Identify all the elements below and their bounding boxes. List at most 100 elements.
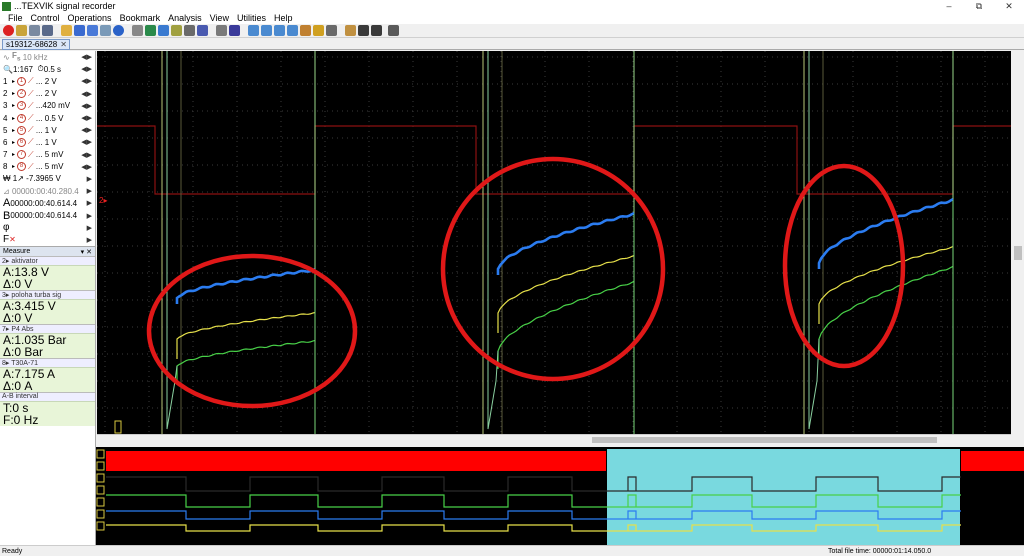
cursor-b-row[interactable]: B 00000:00:40.614.4 ▶ [0, 209, 95, 222]
menu-bookmark[interactable]: Bookmark [120, 13, 161, 23]
channel-row-6[interactable]: 6 ▸ 6 ⟋ ... 1 V ◀▶ [0, 136, 95, 148]
measure-icon[interactable] [145, 25, 156, 36]
arrow-right-icon[interactable]: ▶ [87, 224, 92, 232]
display-icon[interactable] [388, 25, 399, 36]
menu-bar: File Control Operations Bookmark Analysi… [0, 12, 1024, 24]
channel-arrow-icon: ▸ [12, 78, 16, 85]
tab-close-icon[interactable]: ✕ [60, 40, 67, 49]
scope-view[interactable]: 2▸ [97, 51, 1011, 434]
menu-control[interactable]: Control [31, 13, 60, 23]
menu-view[interactable]: View [210, 13, 229, 23]
channel-enable-icon[interactable]: 1 [17, 76, 27, 86]
print-icon[interactable] [29, 25, 40, 36]
cursor-time-row[interactable]: ⊿ 00000:00:40.280.4 ▶ [0, 185, 95, 197]
measure-delta-value: F:0 Hz [3, 413, 39, 427]
open-icon[interactable] [16, 25, 27, 36]
sample-rate-row[interactable]: ∿ Fs 10 kHz ◀▶ [0, 51, 95, 63]
channel-row-8[interactable]: 8 ▸ 8 ⟋ ... 5 mV ◀▶ [0, 161, 95, 173]
trigger-row[interactable]: ₩ 1↗ -7.3965 V ▶ [0, 173, 95, 185]
arrows-icon[interactable]: ◀▶ [81, 53, 92, 61]
menu-operations[interactable]: Operations [68, 13, 112, 23]
step-icon[interactable] [287, 25, 298, 36]
menu-help[interactable]: Help [274, 13, 293, 23]
layout-icon[interactable] [326, 25, 337, 36]
grid-icon[interactable] [345, 25, 356, 36]
bookmark-icon[interactable] [300, 25, 311, 36]
tool-icon[interactable] [42, 25, 53, 36]
highlight-icon[interactable] [313, 25, 324, 36]
channel-row-7[interactable]: 7 ▸ 7 ⟋ ... 5 mV ◀▶ [0, 149, 95, 161]
pin-icon[interactable]: ▾ ✕ [81, 248, 92, 256]
settings-icon[interactable] [216, 25, 227, 36]
save-as-icon[interactable] [87, 25, 98, 36]
info-icon[interactable] [113, 25, 124, 36]
filter-icon[interactable] [274, 25, 285, 36]
stop-icon[interactable] [371, 25, 382, 36]
filter-row[interactable]: F ✕ ▶ [0, 234, 95, 246]
cursor-a-row[interactable]: A 00000:00:40.614.4 ▶ [0, 197, 95, 209]
horizontal-scroll-thumb[interactable] [592, 437, 937, 443]
export-icon[interactable] [100, 25, 111, 36]
arrows-icon[interactable]: ◀▶ [81, 138, 92, 146]
arrows-icon[interactable]: ◀▶ [81, 77, 92, 85]
close-button[interactable]: ✕ [994, 1, 1024, 12]
arrows-icon[interactable]: ◀▶ [81, 90, 92, 98]
channel-enable-icon[interactable]: 7 [17, 150, 27, 160]
channel-enable-icon[interactable]: 8 [17, 162, 27, 172]
zoom-row[interactable]: 🔍 1:167 ⏱ 0.5 s ◀▶ [0, 63, 95, 75]
scope-canvas[interactable]: 2▸ [97, 51, 1011, 434]
channel-enable-icon[interactable]: 2 [17, 89, 27, 99]
status-ready: Ready [2, 547, 23, 555]
phase-row[interactable]: φ ▶ [0, 222, 95, 234]
channel-enable-icon[interactable]: 3 [17, 101, 27, 111]
maximize-button[interactable]: ⧉ [964, 1, 994, 12]
channel-row-4[interactable]: 4 ▸ 4 ⟋ ... 0.5 V ◀▶ [0, 112, 95, 124]
channel-enable-icon[interactable]: 6 [17, 137, 27, 147]
arrows-icon[interactable]: ◀▶ [81, 114, 92, 122]
undo-icon[interactable] [197, 25, 208, 36]
arrow-right-icon[interactable]: ▶ [87, 236, 92, 244]
vertical-scroll-thumb[interactable] [1014, 246, 1022, 260]
overview-canvas[interactable] [96, 447, 1024, 545]
arrows-icon[interactable]: ◀▶ [81, 126, 92, 134]
arrow-right-icon[interactable]: ▶ [87, 199, 92, 207]
tab-file[interactable]: s19312-68628 ✕ [2, 39, 70, 50]
menu-utilities[interactable]: Utilities [237, 13, 266, 23]
zoom-icon[interactable] [158, 25, 169, 36]
spike-trace [808, 51, 820, 430]
menu-analysis[interactable]: Analysis [168, 13, 202, 23]
channel-enable-icon[interactable]: 4 [17, 113, 27, 123]
marker-icon[interactable] [171, 25, 182, 36]
overview-panel[interactable] [96, 447, 1024, 545]
probe-icon: ⟋ [28, 88, 34, 98]
arrow-right-icon[interactable]: ▶ [87, 175, 92, 183]
cursor-b-time: 00000:00:40.614.4 [10, 211, 78, 221]
channel-enable-icon[interactable]: 5 [17, 125, 27, 135]
trigger-value: 1↗ -7.3965 V [12, 174, 61, 184]
channel-number: 8 [3, 162, 8, 172]
vertical-scrollbar[interactable] [1012, 51, 1024, 434]
channel-row-3[interactable]: 3 ▸ 3 ⟋ ...420 mV ◀▶ [0, 100, 95, 112]
arrows-icon[interactable]: ◀▶ [81, 151, 92, 159]
pointer-icon[interactable] [184, 25, 195, 36]
arrow-right-icon[interactable]: ▶ [87, 187, 92, 195]
blue-trace [175, 267, 316, 304]
minimize-button[interactable]: – [934, 1, 964, 12]
horizontal-scrollbar[interactable] [97, 434, 1011, 445]
arrow-right-icon[interactable]: ▶ [87, 212, 92, 220]
check-all-icon[interactable] [261, 25, 272, 36]
cursor-icon[interactable] [132, 25, 143, 36]
channel-row-5[interactable]: 5 ▸ 5 ⟋ ... 1 V ◀▶ [0, 124, 95, 136]
check-icon[interactable] [248, 25, 259, 36]
channel-row-2[interactable]: 2 ▸ 2 ⟋ ... 2 V ◀▶ [0, 88, 95, 100]
menu-file[interactable]: File [8, 13, 23, 23]
arrows-icon[interactable]: ◀▶ [81, 65, 92, 73]
arrows-icon[interactable]: ◀▶ [81, 102, 92, 110]
play-icon[interactable] [358, 25, 369, 36]
channels-icon[interactable] [229, 25, 240, 36]
arrows-icon[interactable]: ◀▶ [81, 163, 92, 171]
save-icon[interactable] [74, 25, 85, 36]
record-icon[interactable] [3, 25, 14, 36]
folder-icon[interactable] [61, 25, 72, 36]
channel-row-1[interactable]: 1 ▸ 1 ⟋ ... 2 V ◀▶ [0, 75, 95, 87]
